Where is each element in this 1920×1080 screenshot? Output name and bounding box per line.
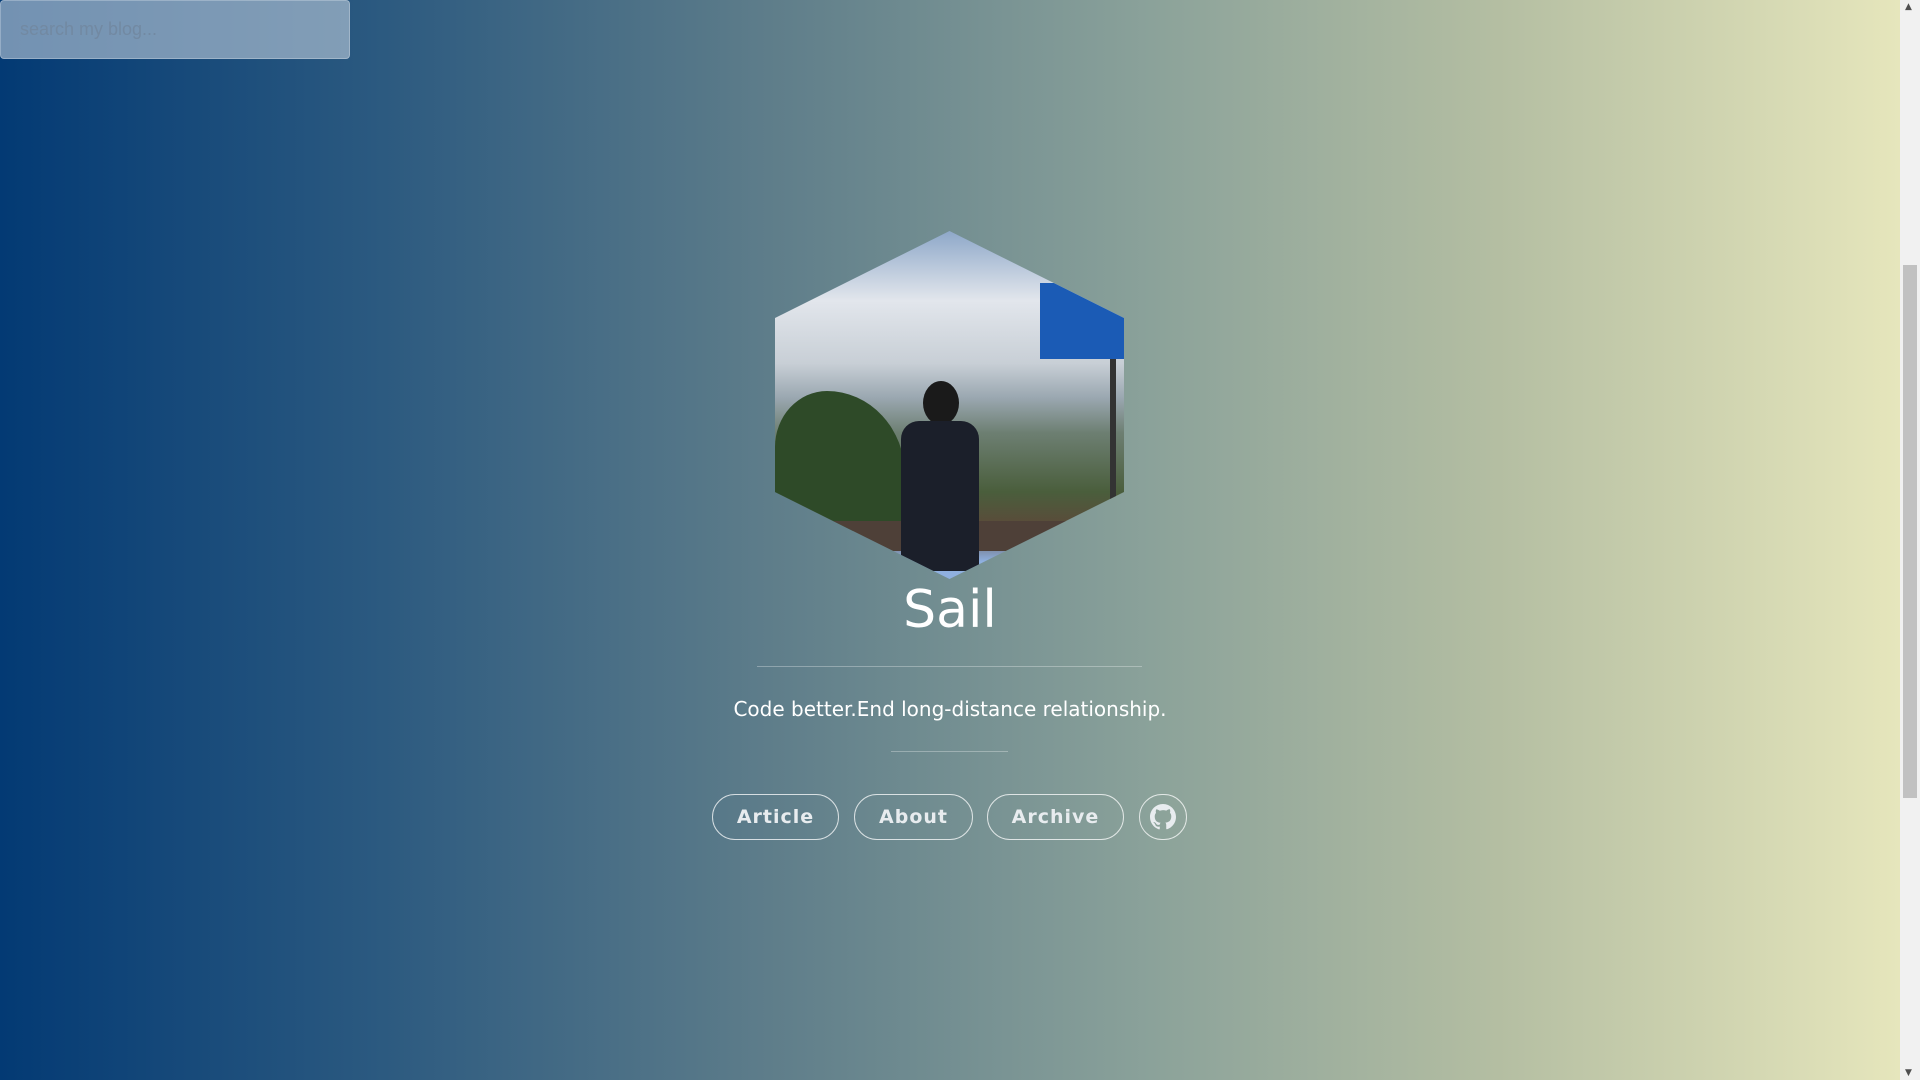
avatar bbox=[775, 231, 1124, 579]
github-button[interactable] bbox=[1139, 794, 1187, 840]
github-icon bbox=[1150, 804, 1176, 830]
tagline: Code better.End long-distance relationsh… bbox=[733, 697, 1167, 721]
scroll-down-icon[interactable]: ▼ bbox=[1905, 1068, 1912, 1078]
divider bbox=[891, 751, 1008, 752]
archive-button[interactable]: Archive bbox=[987, 794, 1124, 840]
scrollbar[interactable]: ▲ ▼ bbox=[1900, 0, 1920, 1080]
article-button[interactable]: Article bbox=[712, 794, 839, 840]
scroll-up-icon[interactable]: ▲ bbox=[1905, 2, 1912, 12]
sign-image-detail bbox=[1040, 283, 1124, 359]
about-button[interactable]: About bbox=[854, 794, 973, 840]
search-input[interactable] bbox=[0, 0, 350, 59]
scrollbar-thumb[interactable] bbox=[1903, 265, 1917, 798]
site-title: Sail bbox=[903, 580, 997, 640]
divider bbox=[757, 666, 1142, 667]
